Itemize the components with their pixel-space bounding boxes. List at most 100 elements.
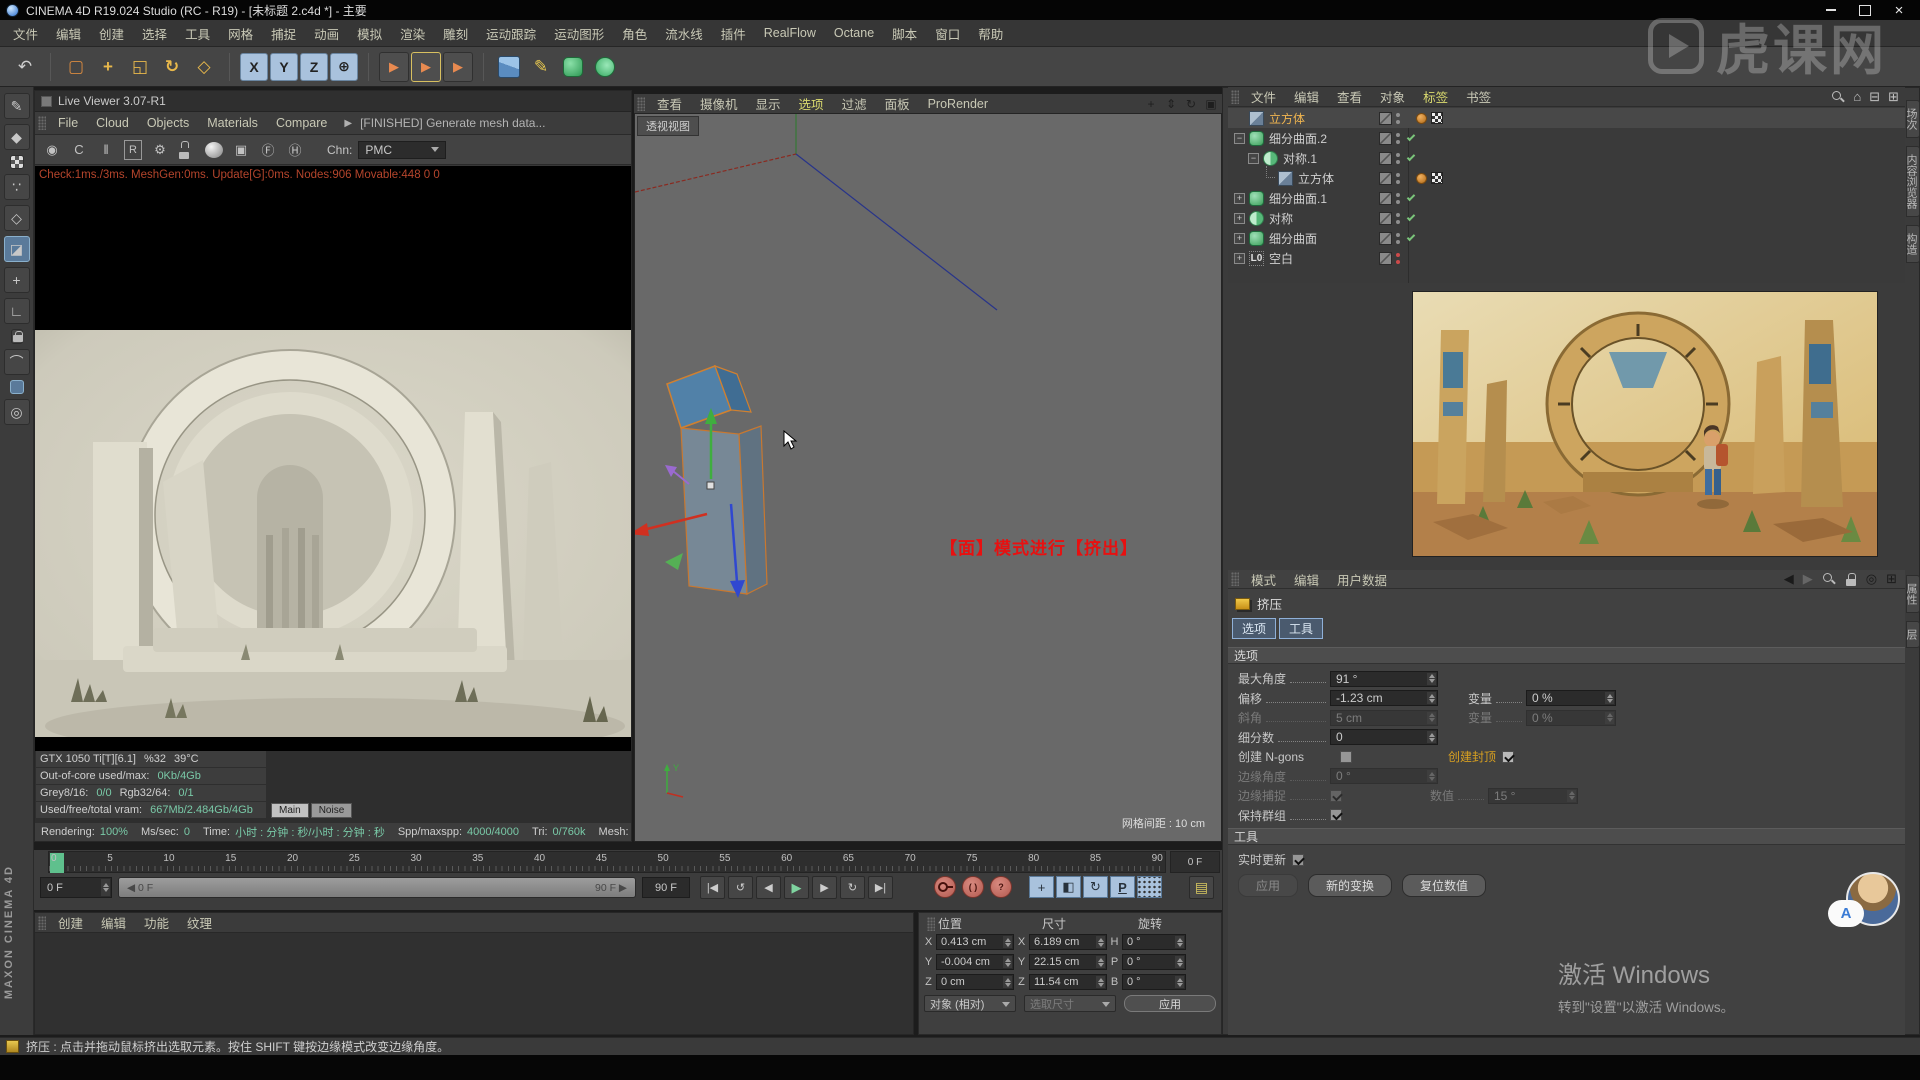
- object-manager-menu-item[interactable]: 标签: [1414, 87, 1457, 106]
- point-level-key-button[interactable]: [1137, 876, 1162, 898]
- enabled-check-icon[interactable]: [1406, 152, 1416, 162]
- position-key-button[interactable]: +: [1029, 876, 1054, 898]
- zoom-view-icon[interactable]: ⇕: [1164, 97, 1178, 111]
- menubar-item[interactable]: 动画: [305, 24, 348, 43]
- editor-render-dots[interactable]: [1396, 112, 1400, 124]
- dock-side-tab[interactable]: 属性: [1905, 575, 1920, 613]
- coordinate-mode-dropdown[interactable]: 对象 (相对): [924, 995, 1016, 1012]
- maximize-button[interactable]: [1850, 1, 1880, 19]
- object-row[interactable]: + 细分曲面: [1228, 228, 1905, 248]
- toggle-views-icon[interactable]: ▣: [1204, 97, 1218, 111]
- spinner[interactable]: [1605, 692, 1614, 705]
- menubar-item[interactable]: 创建: [90, 24, 133, 43]
- history-back-icon[interactable]: ◀: [1784, 571, 1794, 587]
- attribute-menu-item[interactable]: 模式: [1242, 570, 1285, 589]
- object-row[interactable]: + 对称: [1228, 208, 1905, 228]
- menubar-item[interactable]: 文件: [4, 24, 47, 43]
- goto-start-button[interactable]: |◀: [700, 876, 725, 899]
- apply-button[interactable]: 应用: [1238, 873, 1299, 897]
- spline-pen-icon[interactable]: ✎: [526, 52, 556, 82]
- dock-side-tab[interactable]: 层: [1905, 621, 1920, 648]
- spinner[interactable]: [1096, 976, 1105, 988]
- rotate-view-icon[interactable]: ↻: [1184, 97, 1198, 111]
- octane-logo-icon[interactable]: ◉: [43, 140, 61, 160]
- menubar-item[interactable]: 模拟: [348, 24, 391, 43]
- snap-icon[interactable]: ⌒: [3, 349, 30, 375]
- live-selection-icon[interactable]: ▢: [61, 52, 91, 82]
- dock-side-tab[interactable]: 场次: [1905, 100, 1920, 138]
- generator-icon[interactable]: [595, 56, 615, 77]
- avatar-badge[interactable]: A: [1828, 900, 1864, 927]
- live-viewer-menu-item[interactable]: Objects: [138, 116, 198, 130]
- lock-workplane-icon[interactable]: [10, 329, 23, 344]
- menubar-item[interactable]: RealFlow: [755, 26, 825, 40]
- object-row[interactable]: − 对称.1: [1228, 148, 1905, 168]
- rotation-b-field[interactable]: 0 °: [1122, 974, 1186, 990]
- menubar-item[interactable]: Octane: [825, 26, 883, 40]
- enabled-check-icon[interactable]: [1406, 212, 1416, 222]
- render-settings-icon[interactable]: ▶: [411, 51, 441, 82]
- menubar-item[interactable]: 选择: [133, 24, 176, 43]
- object-manager-menu-item[interactable]: 文件: [1242, 87, 1285, 106]
- lock-icon[interactable]: [1845, 572, 1857, 587]
- tab-tool[interactable]: 工具: [1279, 618, 1324, 639]
- dock-side-tab[interactable]: 内容浏览器: [1905, 146, 1920, 217]
- live-viewer-menu-item[interactable]: Materials: [198, 116, 267, 130]
- record-options-button[interactable]: ?: [990, 876, 1012, 898]
- expand-all-icon[interactable]: ⊞: [1888, 89, 1899, 105]
- object-row[interactable]: + L0 空白: [1228, 248, 1905, 268]
- channel-dropdown[interactable]: PMC: [358, 140, 447, 159]
- last-tool-icon[interactable]: ◇: [189, 52, 219, 82]
- object-manager-menu-item[interactable]: 对象: [1371, 87, 1414, 106]
- scale-key-button[interactable]: ◧: [1056, 876, 1081, 898]
- viewport-menu-item[interactable]: 面板: [876, 94, 919, 113]
- rotation-h-field[interactable]: 0 °: [1122, 934, 1186, 950]
- extruded-polygon-object[interactable]: [634, 354, 855, 624]
- scale-tool-icon[interactable]: ◱: [125, 52, 155, 82]
- lock-resolution-icon[interactable]: [178, 140, 196, 160]
- viewport-menu-item[interactable]: 选项: [790, 94, 833, 113]
- material-ball-icon[interactable]: [205, 141, 223, 158]
- offset-field[interactable]: -1.23 cm: [1330, 690, 1438, 707]
- keep-groups-checkbox[interactable]: [1330, 809, 1342, 822]
- play-backward-button[interactable]: ↺: [728, 876, 753, 899]
- next-frame-button[interactable]: ▶: [812, 876, 837, 899]
- polygon-mode-icon[interactable]: ◪: [3, 236, 30, 262]
- offset-variance-field[interactable]: 0 %: [1526, 690, 1616, 707]
- focus-icon[interactable]: ◎: [1866, 571, 1877, 587]
- chevron-right-icon[interactable]: ▶: [344, 118, 352, 129]
- live-viewer-menu-item[interactable]: Cloud: [87, 116, 138, 130]
- menubar-item[interactable]: 雕刻: [434, 24, 477, 43]
- material-menu-item[interactable]: 编辑: [92, 913, 135, 932]
- menubar-item[interactable]: 窗口: [926, 24, 969, 43]
- x-axis-lock-icon[interactable]: X: [240, 52, 268, 81]
- render-menu-icon[interactable]: ▶: [443, 51, 473, 82]
- main-view-tab[interactable]: Main: [271, 803, 309, 818]
- enabled-check-icon[interactable]: [1406, 192, 1416, 202]
- visibility-toggle[interactable]: [1379, 171, 1392, 185]
- pause-render-icon[interactable]: ‖: [97, 140, 115, 160]
- spinner[interactable]: [1427, 692, 1436, 705]
- pick-material-icon[interactable]: ▣: [232, 140, 250, 160]
- render-view-icon[interactable]: ▶: [379, 51, 409, 82]
- search-icon[interactable]: [1822, 572, 1836, 586]
- viewport-menu-item[interactable]: 过滤: [833, 94, 876, 113]
- workplane-icon[interactable]: ∟: [3, 298, 30, 324]
- menubar-item[interactable]: 工具: [176, 24, 219, 43]
- spinner[interactable]: [1096, 936, 1105, 948]
- autokey-button[interactable]: ( ): [962, 876, 984, 898]
- live-viewer-titlebar[interactable]: Live Viewer 3.07-R1: [35, 91, 631, 112]
- new-window-icon[interactable]: ⊞: [1886, 571, 1897, 587]
- viewport-menu-item[interactable]: 摄像机: [691, 94, 747, 113]
- search-icon[interactable]: [1831, 90, 1845, 104]
- current-frame-field[interactable]: 0 F: [40, 877, 112, 898]
- spinner[interactable]: [1175, 976, 1184, 988]
- attribute-menu-item[interactable]: 用户数据: [1328, 570, 1396, 589]
- size-x-field[interactable]: 6.189 cm: [1029, 934, 1107, 950]
- viewport-solo-icon[interactable]: ◎: [3, 399, 30, 425]
- viewport-menu-item[interactable]: 显示: [747, 94, 790, 113]
- tab-options[interactable]: 选项: [1232, 618, 1277, 639]
- live-viewer-menu-item[interactable]: File: [49, 116, 87, 130]
- render-region-icon[interactable]: R: [124, 139, 142, 160]
- material-menu-item[interactable]: 纹理: [178, 913, 221, 932]
